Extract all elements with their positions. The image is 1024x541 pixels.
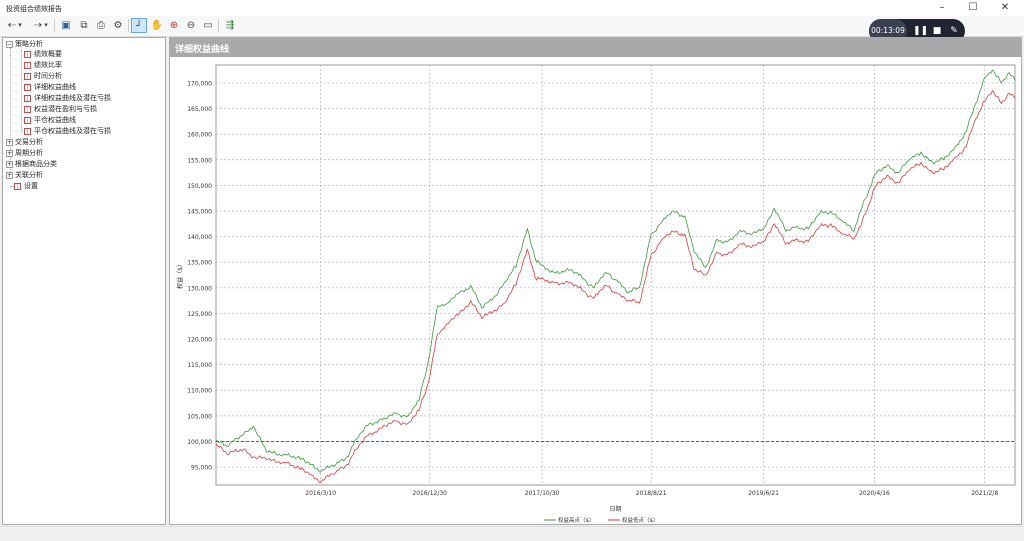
- y-tick-label: 110,000: [187, 388, 212, 395]
- tree-group-strategy[interactable]: − 策略分析: [6, 39, 43, 49]
- export-icon[interactable]: ⇶: [222, 18, 238, 33]
- y-tick-label: 95,000: [191, 465, 212, 472]
- expand-icon[interactable]: +: [6, 149, 13, 157]
- x-tick-label: 2021/2/8: [971, 490, 998, 497]
- report-icon: [24, 50, 31, 58]
- y-tick-label: 165,000: [187, 106, 212, 113]
- tree-item-detailed-equity-curve[interactable]: 详细权益曲线: [24, 82, 76, 92]
- panel-header: 详细权益曲线: [170, 38, 1021, 57]
- tree-item-closed-equity-curve[interactable]: 平仓权益曲线: [24, 115, 76, 125]
- y-tick-label: 160,000: [187, 132, 212, 139]
- y-tick-label: 100,000: [187, 439, 212, 446]
- report-icon: [24, 83, 31, 91]
- minimize-button[interactable]: –: [931, 1, 953, 15]
- tree-group-trade-analysis[interactable]: + 交易分析: [6, 137, 43, 147]
- zoom-out-icon[interactable]: ⊖: [183, 18, 199, 33]
- toolbar-separator: [128, 19, 129, 32]
- x-tick-label: 2017/10/30: [525, 490, 560, 497]
- y-tick-label: 170,000: [187, 80, 212, 87]
- expand-icon[interactable]: +: [6, 160, 13, 168]
- zoom-in-icon[interactable]: ⊕: [166, 18, 182, 33]
- toolbar-separator: [54, 19, 55, 32]
- y-tick-label: 115,000: [187, 362, 212, 369]
- y-tick-label: 125,000: [187, 311, 212, 318]
- legend-entry: 权益低点（$）: [622, 516, 659, 523]
- settings-report-icon: [14, 182, 21, 190]
- x-tick-label: 2018/8/21: [636, 490, 667, 497]
- crosshair-icon[interactable]: ┘: [131, 18, 147, 33]
- tree-group-correlation[interactable]: + 关联分析: [6, 170, 43, 180]
- window-titlebar: 投资组合绩效报告 – ☐ ✕: [0, 0, 1024, 16]
- panel-title: 详细权益曲线: [175, 45, 230, 55]
- dropdown-arrow-icon[interactable]: ▾: [42, 18, 50, 33]
- tree-item-settings[interactable]: 设置: [14, 181, 38, 191]
- tree-item-equity-potential[interactable]: 权益潜在盈利与亏损: [24, 104, 97, 114]
- close-button[interactable]: ✕: [994, 1, 1016, 15]
- y-tick-label: 120,000: [187, 337, 212, 344]
- tree-group-by-commodity[interactable]: + 根据商品分类: [6, 159, 57, 169]
- x-tick-label: 2019/6/21: [748, 490, 779, 497]
- x-tick-label: 2020/4/16: [859, 490, 890, 497]
- navigation-tree: − 策略分析 绩效概要 绩效比率 时间分析 详细权益曲线 详细权益曲线及潜在亏损 …: [2, 37, 166, 525]
- y-tick-label: 145,000: [187, 208, 212, 215]
- tree-item-performance-summary[interactable]: 绩效概要: [24, 49, 62, 59]
- y-tick-label: 135,000: [187, 260, 212, 267]
- settings-icon[interactable]: ⚙: [110, 18, 126, 33]
- report-icon: [24, 116, 31, 124]
- report-icon: [24, 94, 31, 102]
- tree-item-equity-curve-drawdown[interactable]: 详细权益曲线及潜在亏损: [24, 93, 111, 103]
- tree-item-time-analysis[interactable]: 时间分析: [24, 71, 62, 81]
- collapse-icon[interactable]: −: [6, 40, 13, 48]
- legend-entry: 权益高点（$）: [558, 516, 595, 523]
- x-tick-label: 2016/3/10: [305, 490, 336, 497]
- report-icon: [24, 105, 31, 113]
- tree-item-closed-equity-drawdown[interactable]: 平仓权益曲线及潜在亏损: [24, 126, 111, 136]
- expand-icon[interactable]: +: [6, 171, 13, 179]
- expand-icon[interactable]: +: [6, 138, 13, 146]
- dropdown-arrow-icon[interactable]: ▾: [16, 18, 24, 33]
- window-title: 投资组合绩效报告: [6, 5, 62, 13]
- y-tick-label: 130,000: [187, 285, 212, 292]
- tree-group-period-analysis[interactable]: + 周期分析: [6, 148, 43, 158]
- y-tick-label: 105,000: [187, 413, 212, 420]
- tree-item-performance-ratio[interactable]: 绩效比率: [24, 60, 62, 70]
- report-icon: [24, 61, 31, 69]
- zoom-fit-icon[interactable]: ▭: [200, 18, 216, 33]
- report-icon: [24, 72, 31, 80]
- x-axis-label: 日期: [609, 505, 621, 513]
- pan-hand-icon[interactable]: ✋: [149, 18, 165, 33]
- y-tick-label: 155,000: [187, 157, 212, 164]
- save-icon[interactable]: ▣: [58, 18, 74, 33]
- y-axis-label: 权益（$）: [176, 261, 184, 289]
- status-bar: [0, 526, 1024, 541]
- print-icon[interactable]: ⎙: [93, 18, 109, 33]
- toolbar-separator: [218, 19, 219, 32]
- report-icon: [24, 127, 31, 135]
- x-tick-label: 2016/12/30: [412, 490, 447, 497]
- copy-icon[interactable]: ⧉: [76, 18, 92, 33]
- tree-connector: [21, 50, 22, 132]
- plot-area: [215, 64, 1016, 486]
- y-tick-label: 150,000: [187, 183, 212, 190]
- equity-curve-chart[interactable]: 95,000 100,000 105,000 110,000 115,000 120,00…: [170, 57, 1020, 523]
- y-tick-label: 140,000: [187, 234, 212, 241]
- maximize-button[interactable]: ☐: [962, 1, 984, 15]
